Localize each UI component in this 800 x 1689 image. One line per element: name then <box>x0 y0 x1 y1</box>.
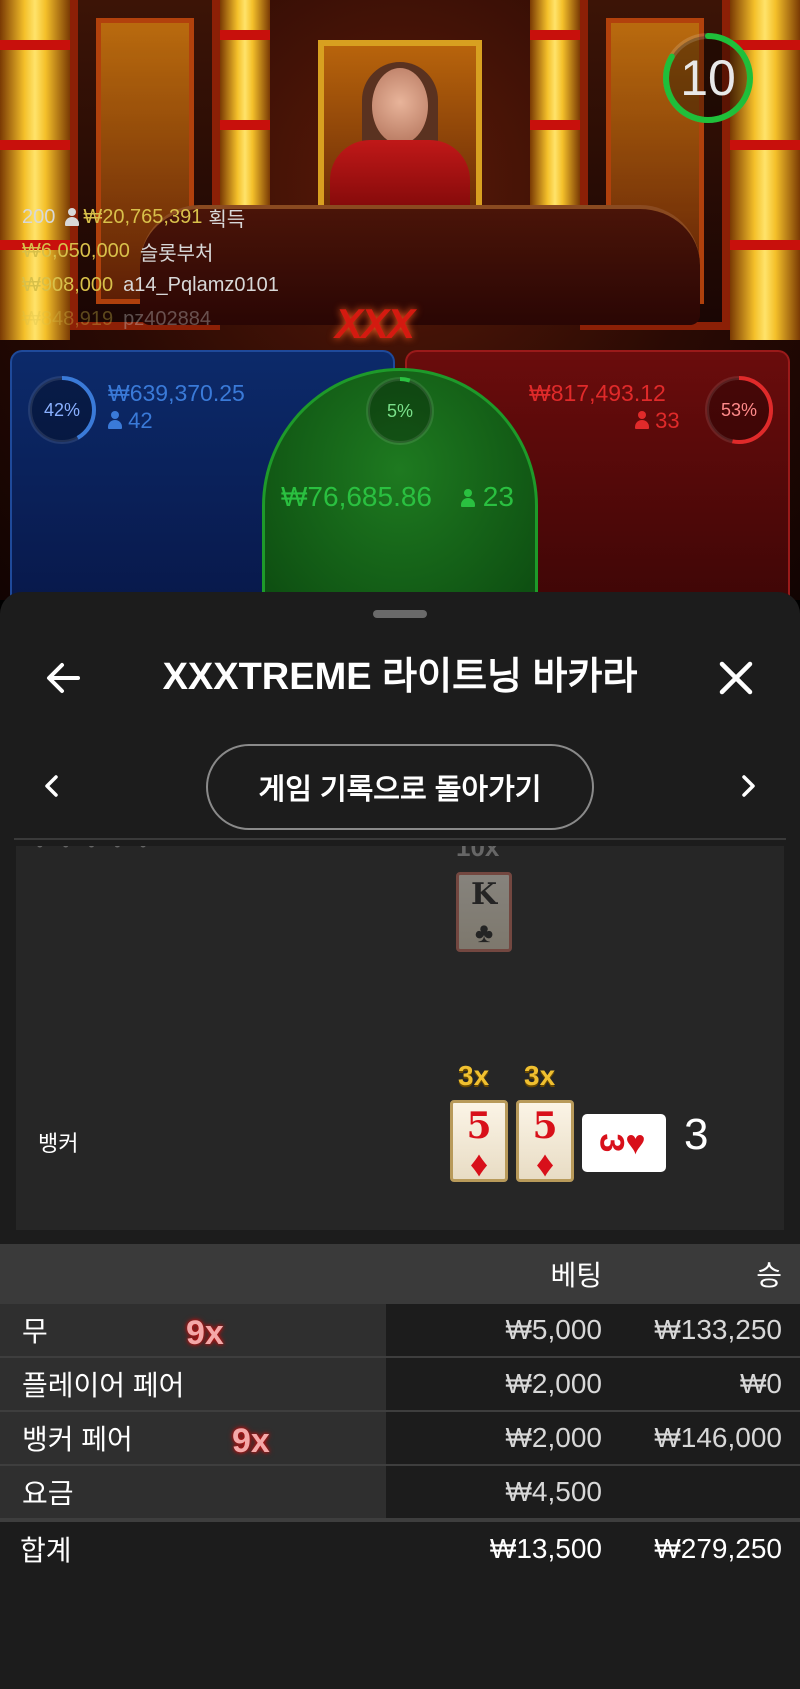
winner-amount: ₩6,050,000 <box>22 239 130 262</box>
bet-multiplier: 9x <box>232 1422 270 1460</box>
column-header-bet: 베팅 <box>550 1260 602 1291</box>
round-result-panel[interactable]: • • • • • 10x K ♣ 뱅커 3x 3x 5 ♦ 5 ♦ 3♥ 3 <box>16 846 784 1230</box>
countdown-timer: 10 <box>660 30 756 126</box>
bet-amount: ₩2,000 <box>505 1422 603 1453</box>
banker-percent: 53% <box>720 400 758 420</box>
winner-name: pz402884 <box>123 307 212 330</box>
winners-count: 200 <box>22 205 56 228</box>
table-row: 플레이어 페어 ₩2,000 ₩0 <box>0 1358 800 1412</box>
divider <box>14 838 786 840</box>
chevron-left-icon <box>45 775 58 797</box>
faded-multiplier: 10x <box>456 846 500 862</box>
sheet-drag-handle[interactable] <box>373 610 427 618</box>
total-bet: ₩13,500 <box>489 1533 602 1564</box>
bet-amount: ₩4,500 <box>505 1476 603 1507</box>
bet-multiplier: 9x <box>186 1314 224 1352</box>
winner-row: ₩908,000 a14_Pqlamz0101 <box>22 268 279 302</box>
winners-summary: 200 ₩20,765,391 획득 <box>22 200 279 234</box>
diamond-icon: ♦ <box>535 1143 555 1184</box>
column-header-win: 승 <box>756 1260 782 1291</box>
winners-ticker: 200 ₩20,765,391 획득 ₩6,050,000 슬롯부처 ₩908,… <box>22 200 279 336</box>
table-row: 뱅커 페어 9x ₩2,000 ₩146,000 <box>0 1412 800 1466</box>
winner-row: ₩848,919 pz402884 <box>22 302 279 336</box>
person-icon <box>461 489 475 507</box>
diamond-icon: ♦ <box>469 1143 489 1184</box>
faded-label: • • • • • <box>36 846 153 858</box>
winner-amount: ₩908,000 <box>22 273 114 296</box>
bet-type: 플레이어 페어 <box>0 1358 386 1410</box>
win-amount: ₩0 <box>740 1368 782 1399</box>
close-button[interactable] <box>712 654 760 702</box>
table-logo: XXX <box>335 300 415 347</box>
back-to-history-button[interactable]: 게임 기록으로 돌아가기 <box>206 744 594 830</box>
card-rank: 5 <box>466 1105 492 1147</box>
game-history-sheet: XXXTREME 라이트닝 바카라 게임 기록으로 돌아가기 • • • • •… <box>0 592 800 1689</box>
card-multiplier: 3x <box>524 1060 556 1091</box>
bet-type: 요금 <box>0 1466 386 1518</box>
tie-bet-amount: ₩76,685.86 <box>281 481 432 512</box>
winner-name: 슬롯부처 <box>139 242 214 265</box>
playing-card: 5 ♦ <box>450 1100 508 1184</box>
winner-amount: ₩848,919 <box>22 307 114 330</box>
total-label: 합계 <box>20 1535 72 1566</box>
player-bettors: 42 <box>108 408 153 434</box>
winners-suffix: 획득 <box>208 208 246 231</box>
table-header: 베팅 승 <box>0 1244 800 1304</box>
tie-percent-ring: 5% <box>364 375 436 447</box>
win-amount: ₩133,250 <box>654 1314 782 1345</box>
player-percent-ring: 42% <box>26 374 98 446</box>
player-bet-amount: ₩639,370.25 <box>108 380 245 406</box>
banker-percent-ring: 53% <box>703 374 775 446</box>
round-navigation: 게임 기록으로 돌아가기 <box>0 738 800 834</box>
win-amount: ₩146,000 <box>654 1422 782 1453</box>
previous-round-button[interactable] <box>32 766 72 806</box>
card-multiplier: 3x <box>458 1060 490 1091</box>
playing-card: 5 ♦ <box>516 1100 574 1184</box>
bet-amount: ₩5,000 <box>505 1314 603 1345</box>
playing-card-sideways: 3♥ <box>582 1114 666 1172</box>
dealer-face <box>372 68 428 144</box>
banker-bettors: 33 <box>635 408 680 434</box>
club-icon: ♣ <box>474 917 494 948</box>
timer-value: 10 <box>680 50 736 106</box>
winner-row: ₩6,050,000 슬롯부처 <box>22 234 279 268</box>
sheet-title: XXXTREME 라이트닝 바카라 <box>162 656 638 698</box>
person-icon <box>635 411 649 429</box>
player-percent: 42% <box>43 400 81 420</box>
total-win: ₩279,250 <box>654 1533 782 1564</box>
banker-bet-amount: ₩817,493.12 <box>529 380 666 406</box>
banker-score: 3 <box>684 1110 709 1159</box>
card-rank: K <box>470 877 498 912</box>
winners-total: ₩20,765,391 <box>83 205 203 228</box>
card-rank: 3 <box>592 1133 631 1153</box>
person-icon <box>65 208 80 226</box>
playing-card: K ♣ <box>456 872 512 952</box>
player-bettor-count: 42 <box>128 408 153 433</box>
arrow-left-icon <box>47 663 80 693</box>
bet-amount: ₩2,000 <box>505 1368 603 1399</box>
total-row: 합계 ₩13,500 ₩279,250 <box>0 1520 800 1576</box>
bet-type: 뱅커 페어 <box>0 1412 386 1464</box>
card-rank: 5 <box>532 1105 558 1147</box>
tie-bettor-count: 23 <box>482 481 514 512</box>
tie-percent: 5% <box>386 401 413 421</box>
winner-name: a14_Pqlamz0101 <box>123 273 279 296</box>
sheet-header: XXXTREME 라이트닝 바카라 <box>0 632 800 722</box>
bets-table: 베팅 승 무 9x ₩5,000 ₩133,250 플레이어 페어 ₩2,000… <box>0 1244 800 1576</box>
table-row: 무 9x ₩5,000 ₩133,250 <box>0 1304 800 1358</box>
tie-bettors: 23 <box>461 481 514 513</box>
person-icon <box>108 411 122 429</box>
next-round-button[interactable] <box>728 766 768 806</box>
banker-bettor-count: 33 <box>655 408 680 433</box>
back-button[interactable] <box>40 654 88 702</box>
table-row: 요금 ₩4,500 <box>0 1466 800 1520</box>
banker-label: 뱅커 <box>38 1131 79 1156</box>
close-icon <box>719 661 753 695</box>
chevron-right-icon <box>742 775 755 797</box>
